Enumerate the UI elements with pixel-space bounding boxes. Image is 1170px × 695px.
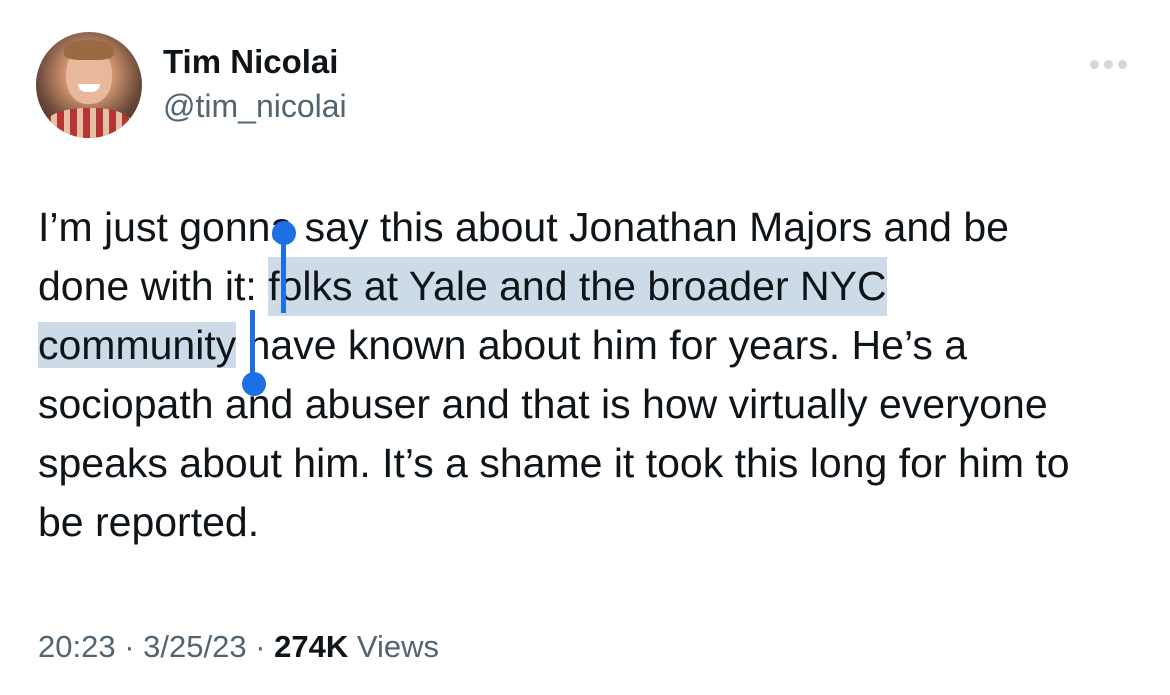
tweet-line: be reported. <box>38 493 1148 552</box>
views-count[interactable]: 274K <box>274 629 348 664</box>
tweet-line-text: be reported. <box>38 499 260 545</box>
tweet-meta: 20:23 · 3/25/23 · 274K Views <box>38 628 439 666</box>
tweet-line: I’m just gonna say this about Jonathan M… <box>38 198 1148 257</box>
avatar[interactable] <box>36 32 142 138</box>
avatar-hair <box>64 40 114 60</box>
views-label: Views <box>348 629 439 664</box>
tweet-date[interactable]: 3/25/23 <box>143 629 246 664</box>
selected-text: community <box>38 322 237 368</box>
selection-end-handle[interactable] <box>242 372 266 396</box>
tweet-line: done with it: folks at Yale and the broa… <box>38 257 1148 316</box>
tweet-line: sociopath and abuser and that is how vir… <box>38 375 1148 434</box>
more-dot <box>1117 59 1127 69</box>
tweet-line-text: I’m just gonna say this about Jonathan M… <box>38 204 1009 250</box>
tweet-line: community have known about him for years… <box>38 316 1148 375</box>
more-options-icon[interactable] <box>1080 52 1136 76</box>
tweet-line-text: speaks about him. It’s a shame it took t… <box>38 440 1070 486</box>
tweet-line-text: done with it: <box>38 263 269 309</box>
tweet-line-text: sociopath and abuser and that is how vir… <box>38 381 1048 427</box>
meta-separator: · <box>246 629 275 664</box>
selection-start-caret <box>281 233 286 313</box>
user-handle[interactable]: @tim_nicolai <box>163 86 347 126</box>
selected-text: folks at Yale and the broader NYC <box>268 257 887 316</box>
tweet-line: speaks about him. It’s a shame it took t… <box>38 434 1148 493</box>
user-display-name[interactable]: Tim Nicolai <box>163 42 338 82</box>
avatar-shirt <box>44 108 134 138</box>
meta-separator: · <box>115 629 144 664</box>
tweet-text[interactable]: I’m just gonna say this about Jonathan M… <box>38 198 1148 552</box>
more-dot <box>1089 59 1099 69</box>
selection-end-caret <box>250 310 255 380</box>
more-dot <box>1103 59 1113 69</box>
tweet-time[interactable]: 20:23 <box>38 629 116 664</box>
tweet-line-text: have known about him for years. He’s a <box>236 322 968 368</box>
